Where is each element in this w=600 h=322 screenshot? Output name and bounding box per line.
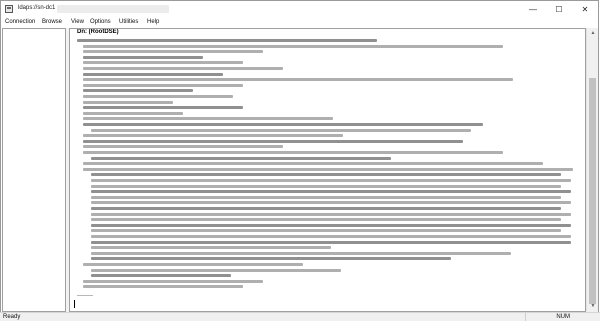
num-lock-indicator: NUM (556, 314, 570, 320)
maximize-button[interactable]: ☐ (546, 1, 572, 18)
output-text-line (91, 207, 561, 210)
output-text-line (91, 156, 391, 160)
vertical-scrollbar[interactable]: ▲ ▼ (586, 28, 598, 312)
output-text-line (83, 44, 503, 48)
redacted-title-text (57, 5, 169, 13)
minimize-button[interactable]: — (520, 1, 546, 18)
output-text-line (91, 235, 571, 238)
status-divider (525, 313, 526, 321)
output-text-line (91, 173, 561, 177)
output-text-line (83, 279, 263, 283)
output-pane[interactable]: Dn: (RootDSE) -------- (69, 28, 586, 312)
text-caret (74, 300, 75, 308)
menu-help[interactable]: Help (147, 19, 159, 25)
output-text-line (91, 195, 561, 199)
output-text-line (83, 139, 463, 143)
output-text-line (91, 218, 561, 222)
output-text-line (83, 263, 303, 266)
menu-utilities[interactable]: Utilities (119, 19, 138, 25)
app-window-icon (5, 5, 13, 13)
output-text-line (83, 162, 543, 166)
output-text-line (83, 55, 203, 59)
output-text-line (83, 123, 483, 126)
close-button[interactable]: ✕ (572, 1, 598, 18)
output-text-line (83, 50, 263, 54)
scroll-thumb[interactable] (589, 78, 596, 304)
menu-bar: Connection Browse View Options Utilities… (1, 18, 598, 28)
output-text-line (91, 274, 231, 278)
status-text: Ready (3, 314, 21, 320)
output-text-line (91, 268, 341, 272)
output-text-line (91, 201, 571, 205)
output-text-line (83, 167, 573, 171)
output-text-line (83, 72, 223, 76)
output-text-line (83, 78, 513, 82)
tree-view-pane[interactable] (2, 28, 66, 312)
scroll-up-icon[interactable]: ▲ (587, 28, 599, 39)
scroll-down-icon[interactable]: ▼ (587, 301, 599, 312)
output-text-line (83, 151, 503, 154)
output-text-line (83, 285, 243, 289)
output-text-line (91, 190, 571, 194)
window-title: ldaps://sn-dc1 (18, 5, 56, 11)
output-text-line (83, 95, 233, 98)
menu-view[interactable]: View (71, 19, 84, 25)
menu-options[interactable]: Options (90, 19, 111, 25)
output-text-line (83, 111, 183, 115)
output-text-line (91, 240, 571, 244)
output-text-line (91, 179, 571, 182)
title-bar[interactable]: ldaps://sn-dc1 — ☐ ✕ (1, 1, 598, 18)
output-text-line (91, 184, 561, 188)
output-text-line (83, 106, 243, 110)
output-separator: -------- (77, 293, 93, 299)
menu-browse[interactable]: Browse (42, 19, 62, 25)
output-text-line (83, 67, 283, 70)
output-text-line (91, 223, 571, 227)
output-text-line (83, 61, 243, 65)
output-text-line (83, 134, 343, 138)
status-bar: Ready NUM (0, 312, 600, 321)
output-text-line (83, 89, 193, 93)
output-text-line (83, 145, 283, 149)
output-text-line (91, 246, 331, 250)
menu-connection[interactable]: Connection (5, 19, 35, 25)
output-text-line (77, 39, 377, 42)
output-text-line (83, 100, 173, 104)
output-text-line (91, 257, 451, 261)
output-text-line (91, 212, 571, 216)
dn-heading: Dn: (RootDSE) (77, 29, 119, 35)
output-text-line (83, 117, 333, 121)
output-text-line (91, 128, 471, 132)
output-text-line (83, 83, 243, 87)
output-text-line (91, 251, 511, 255)
output-text-line (91, 229, 561, 233)
